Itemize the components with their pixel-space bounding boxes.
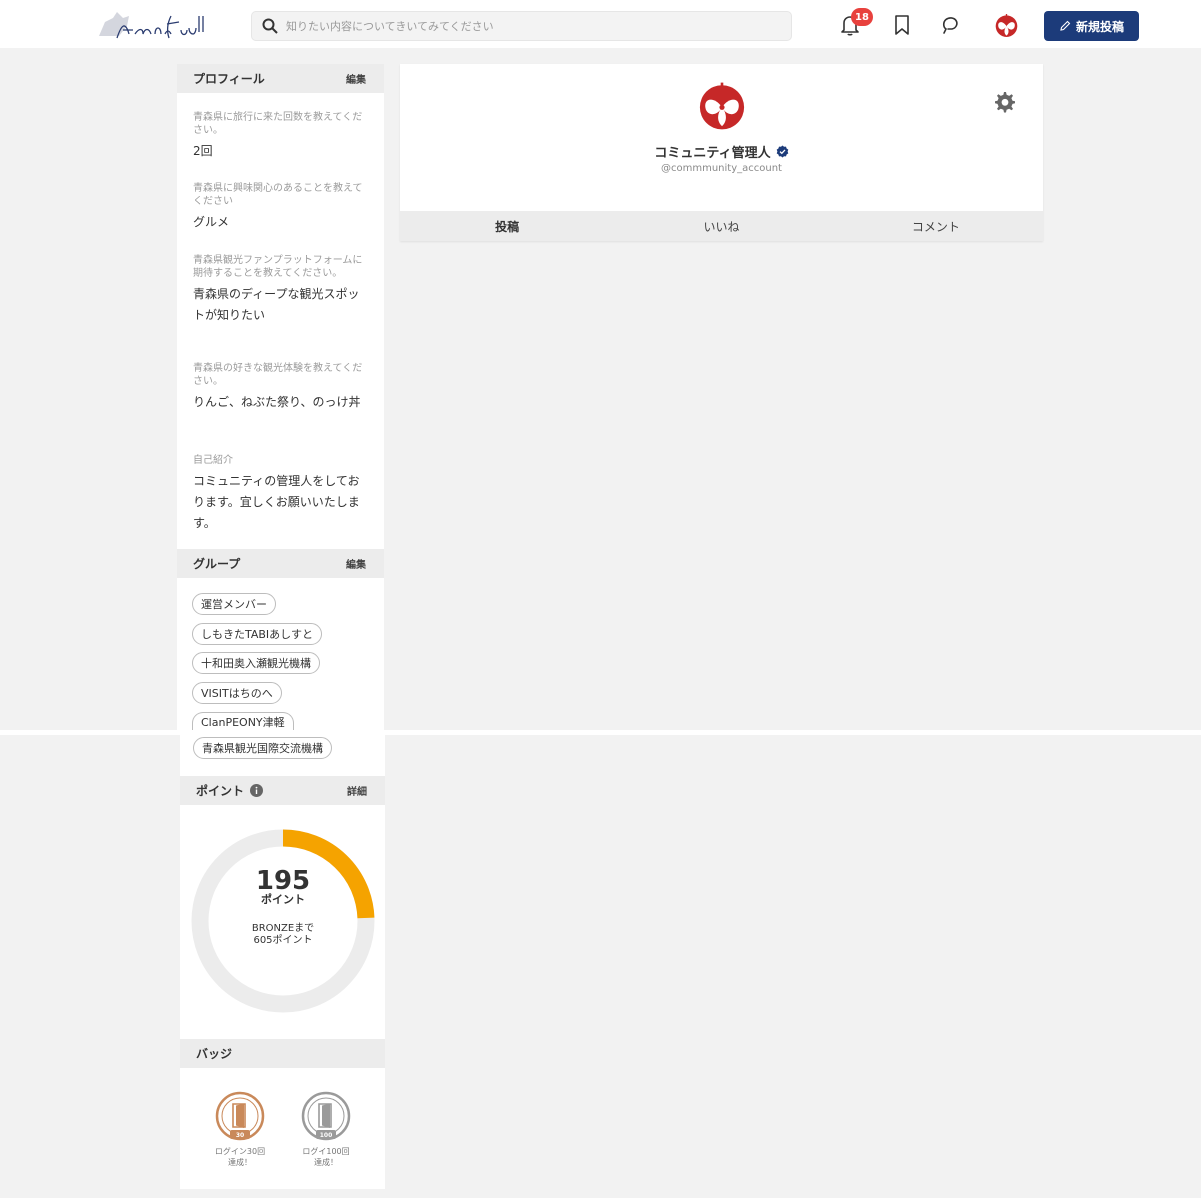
- verified-badge-icon: [776, 145, 788, 158]
- profile-qa-item: 青森県に旅行に来た回数を教えてください。 2回: [193, 111, 365, 162]
- site-logo[interactable]: [95, 8, 205, 44]
- tab-likes[interactable]: いいね: [614, 211, 828, 241]
- profile-edit-link[interactable]: 編集: [346, 71, 366, 86]
- profile-qa-item: 青森県に興味関心のあることを教えてください グルメ: [193, 182, 365, 233]
- profile-name-row: コミュニティ管理人: [400, 142, 1043, 161]
- points-section-title-wrap: ポイント: [196, 782, 264, 799]
- group-tag[interactable]: 運営メンバー: [192, 593, 276, 615]
- new-post-label: 新規投稿: [1075, 19, 1124, 34]
- profile-qa-item: 自己紹介 コミュニティの管理人をしております。宜しくお願いいたします。: [193, 454, 365, 534]
- profile-question: 青森県の好きな観光体験を教えてください。: [193, 363, 363, 387]
- points-section-header: ポイント 詳細: [180, 776, 385, 805]
- search-input[interactable]: [286, 19, 776, 33]
- profile-qa-item: 青森県観光ファンプラットフォームに期待することを教えてください。 青森県のディー…: [193, 254, 365, 326]
- profile-tabs: 投稿 いいね コメント: [400, 211, 1043, 241]
- settings-gear-icon[interactable]: [992, 90, 1016, 114]
- badge-caption-line2: 達成！: [314, 1158, 338, 1167]
- tab-comments[interactable]: コメント: [829, 211, 1043, 241]
- points-next-rank: BRONZEまで 605ポイント: [200, 923, 366, 947]
- badge-number: 30: [236, 1132, 244, 1139]
- search-bar[interactable]: [251, 11, 792, 41]
- badge-caption: ログイ100回 達成！: [291, 1146, 361, 1168]
- notification-badge: 18: [851, 8, 873, 26]
- group-section-header: グループ 編集: [177, 549, 384, 578]
- badge-section-header: バッジ: [180, 1039, 385, 1068]
- profile-question: 青森県に興味関心のあることを教えてください: [193, 183, 363, 207]
- group-tag[interactable]: 青森県観光国際交流機構: [193, 737, 332, 759]
- profile-answer: 2回: [193, 144, 213, 158]
- points-detail-link[interactable]: 詳細: [347, 783, 367, 798]
- profile-section-title: プロフィール: [193, 72, 265, 86]
- group-tag[interactable]: VISITはちのへ: [192, 682, 282, 704]
- profile-qa-item: 青森県の好きな観光体験を教えてください。 りんご、ねぶた祭り、のっけ丼: [193, 362, 365, 413]
- top-header: 18 新規投稿: [0, 0, 1201, 48]
- points-progress-ring: [191, 829, 375, 1013]
- badge-caption-line1: ログイ100回: [302, 1147, 350, 1156]
- group-section-title: グループ: [193, 557, 241, 571]
- badge-login-30-icon[interactable]: 30: [214, 1090, 266, 1142]
- profile-answer: コミュニティの管理人をしております。宜しくお願いいたします。: [193, 474, 360, 530]
- group-tag[interactable]: ClanPEONY津軽: [192, 712, 294, 730]
- badge-login-100-icon[interactable]: 100: [300, 1090, 352, 1142]
- user-avatar-icon[interactable]: [993, 12, 1020, 39]
- profile-answer: りんご、ねぶた祭り、のっけ丼: [193, 395, 361, 409]
- profile-header-card: コミュニティ管理人 @commmunity_account 投稿 いいね コメン…: [400, 64, 1043, 241]
- group-edit-link[interactable]: 編集: [346, 556, 366, 571]
- badge-caption-line2: 達成！: [228, 1158, 252, 1167]
- badge-section-title: バッジ: [196, 1047, 233, 1061]
- badge-caption-line1: ログイン30回: [214, 1147, 266, 1156]
- badge-caption: ログイン30回 達成！: [205, 1146, 275, 1168]
- community-avatar: [699, 82, 745, 130]
- profile-display-name: コミュニティ管理人: [654, 146, 771, 161]
- points-unit: ポイント: [261, 893, 305, 906]
- points-next-rank-line2: 605ポイント: [253, 935, 313, 946]
- chat-icon[interactable]: [938, 13, 962, 37]
- bookmark-icon[interactable]: [890, 13, 914, 37]
- info-icon[interactable]: [250, 784, 264, 797]
- new-post-button[interactable]: 新規投稿: [1044, 11, 1139, 41]
- profile-answer: グルメ: [193, 215, 230, 229]
- profile-question: 青森県観光ファンプラットフォームに期待することを教えてください。: [193, 255, 363, 279]
- badge-number: 100: [320, 1132, 333, 1139]
- pencil-icon: [1060, 20, 1071, 31]
- profile-section-header: プロフィール 編集: [177, 64, 384, 93]
- profile-handle: @commmunity_account: [661, 163, 782, 174]
- group-tag[interactable]: しもきたTABIあしすと: [192, 623, 322, 645]
- profile-answer: 青森県のディープな観光スポットが知りたい: [193, 287, 360, 322]
- points-section-title: ポイント: [196, 784, 245, 798]
- search-icon: [262, 18, 278, 34]
- profile-question: 自己紹介: [193, 455, 233, 466]
- profile-question: 青森県に旅行に来た回数を教えてください。: [193, 112, 363, 136]
- tab-posts[interactable]: 投稿: [400, 211, 614, 241]
- points-next-rank-line1: BRONZEまで: [251, 923, 315, 934]
- group-tag[interactable]: 十和田奥入瀬観光機構: [192, 652, 320, 674]
